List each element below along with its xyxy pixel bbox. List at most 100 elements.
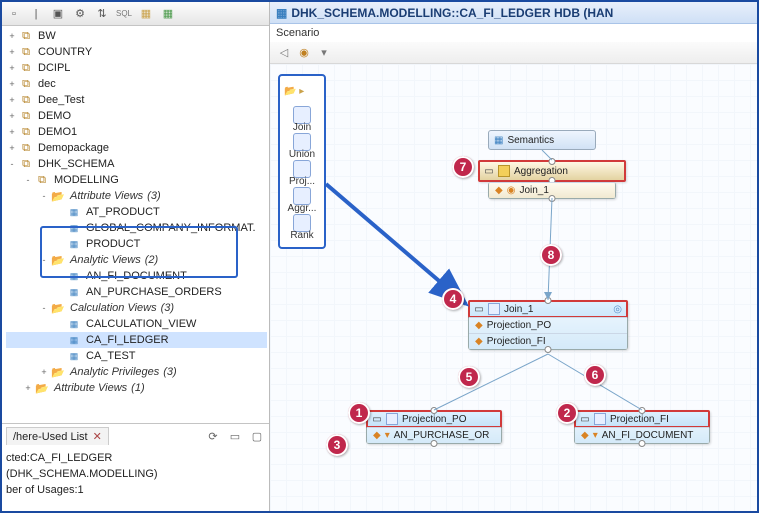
whu-minimize-icon[interactable]: ▭ (227, 428, 243, 444)
pkg-icon: ⧉ (34, 173, 50, 187)
whu-maximize-icon[interactable]: ▢ (249, 428, 265, 444)
tree-item[interactable]: ▦GLOBAL_COMPANY_INFORMAT. (6, 220, 267, 236)
tree-item[interactable]: -⧉DHK_SCHEMA (6, 156, 267, 172)
toolbar-sql-icon[interactable]: SQL (116, 6, 132, 22)
palette-aggr[interactable]: Aggr... (280, 187, 324, 214)
expand-toggle[interactable]: + (6, 63, 18, 73)
semantics-label: Semantics (507, 135, 554, 146)
tree-item[interactable]: -📂Attribute Views (3) (6, 188, 267, 204)
tree-item[interactable]: +⧉DEMO (6, 108, 267, 124)
tree-item[interactable]: +⧉dec (6, 76, 267, 92)
aggregation-title: Aggregation (514, 166, 620, 177)
strip-back-icon[interactable]: ◁ (276, 45, 292, 61)
expand-toggle[interactable]: - (38, 255, 50, 265)
schema-tree[interactable]: +⧉BW+⧉COUNTRY+⧉DCIPL+⧉dec+⧉Dee_Test+⧉DEM… (2, 26, 269, 423)
tree-item-label: Attribute Views (68, 190, 145, 202)
tree-item[interactable]: -📂Calculation Views (3) (6, 300, 267, 316)
tree-item-label: CA_FI_LEDGER (84, 334, 171, 346)
toolbar-new-icon[interactable]: ▫ (6, 6, 22, 22)
modeling-canvas[interactable]: 📂 ▸ JoinUnionProj... Aggr...Rank ▦ Semant… (270, 64, 757, 511)
where-used-tab[interactable]: /here-Used List ✕ (6, 427, 109, 445)
pkg-icon: ⧉ (18, 45, 34, 59)
expand-toggle[interactable]: - (38, 191, 50, 201)
tree-item-label: AN_PURCHASE_ORDERS (84, 286, 224, 298)
palette-join[interactable]: Join (280, 106, 324, 133)
toolbar-tabs-icon[interactable]: ▣ (50, 6, 66, 22)
tree-item[interactable]: +📂Attribute Views (1) (6, 380, 267, 396)
palette-union[interactable]: Union (280, 133, 324, 160)
tree-item[interactable]: -⧉MODELLING (6, 172, 267, 188)
expand-toggle[interactable]: + (6, 47, 18, 57)
tree-item-label: COUNTRY (36, 46, 94, 58)
tree-item-label: dec (36, 78, 58, 90)
callout-5: 5 (458, 366, 480, 388)
expand-toggle[interactable]: + (6, 95, 18, 105)
tree-item[interactable]: ▦AN_FI_DOCUMENT (6, 268, 267, 284)
collapse-icon[interactable]: ▭ (484, 166, 494, 177)
tree-item[interactable]: +⧉DEMO1 (6, 124, 267, 140)
palette-folder-icon[interactable]: 📂 ▸ (280, 82, 324, 100)
tree-item[interactable]: +⧉BW (6, 28, 267, 44)
join-row-po: Projection_PO (487, 320, 551, 331)
navigator-panel: ▫ | ▣ ⚙ ⇅ SQL ▦ ▦ +⧉BW+⧉COUNTRY+⧉DCIPL+⧉… (2, 2, 270, 511)
expand-toggle[interactable]: + (6, 143, 18, 153)
view-icon: ▦ (66, 333, 82, 347)
expand-toggle[interactable]: + (6, 111, 18, 121)
tree-item[interactable]: ▦AN_PURCHASE_ORDERS (6, 284, 267, 300)
toolbar-db-icon[interactable]: ▦ (138, 6, 154, 22)
tree-item[interactable]: ▦AT_PRODUCT (6, 204, 267, 220)
projection-icon (386, 413, 398, 425)
tree-item-label: CALCULATION_VIEW (84, 318, 198, 330)
collapse-icon[interactable]: ▭ (372, 414, 382, 425)
tree-item[interactable]: +📂Analytic Privileges (3) (6, 364, 267, 380)
tree-item-count: (3) (161, 366, 178, 378)
collapse-icon[interactable]: ▭ (474, 304, 484, 315)
close-icon[interactable]: ✕ (93, 431, 102, 443)
tree-item[interactable]: +⧉Demopackage (6, 140, 267, 156)
semantics-node[interactable]: ▦ Semantics (488, 130, 596, 150)
toolbar-db2-icon[interactable]: ▦ (160, 6, 176, 22)
aggregation-node[interactable]: ▭ Aggregation (478, 160, 626, 182)
where-used-tab-label: /here-Used List (13, 431, 88, 443)
collapse-icon[interactable]: ▭ (580, 414, 590, 425)
palette-item-label: Aggr... (280, 203, 324, 214)
calc-view-icon: ▦ (276, 6, 287, 20)
palette-proj[interactable]: Proj... (280, 160, 324, 187)
tree-item[interactable]: ▦CALCULATION_VIEW (6, 316, 267, 332)
projection-fi-node[interactable]: ▭ Projection_FI ◆▾AN_FI_DOCUMENT (574, 410, 710, 444)
expand-toggle[interactable]: - (6, 159, 18, 169)
projection-po-src: AN_PURCHASE_OR (394, 430, 490, 441)
palette-rank[interactable]: Rank (280, 214, 324, 241)
tree-item[interactable]: -📂Analytic Views (2) (6, 252, 267, 268)
expand-toggle[interactable]: - (38, 303, 50, 313)
tree-item[interactable]: ▦CA_TEST (6, 348, 267, 364)
expand-toggle[interactable]: + (22, 383, 34, 393)
projection-po-title: Projection_PO (402, 414, 496, 425)
tree-item[interactable]: ▦PRODUCT (6, 236, 267, 252)
expand-toggle[interactable]: - (22, 175, 34, 185)
projection-po-node[interactable]: ▭ Projection_PO ◆▾AN_PURCHASE_OR (366, 410, 502, 444)
aggregation-child-row[interactable]: ◆◉Join_1 (488, 182, 616, 199)
join-node[interactable]: ▭ Join_1 ◎ ◆Projection_PO ◆Projection_FI (468, 300, 628, 350)
expand-toggle[interactable]: + (6, 127, 18, 137)
expand-toggle[interactable]: + (38, 367, 50, 377)
tree-item[interactable]: +⧉DCIPL (6, 60, 267, 76)
tree-item[interactable]: ▦CA_FI_LEDGER (6, 332, 267, 348)
strip-dropdown-icon[interactable]: ▾ (316, 45, 332, 61)
tree-item[interactable]: +⧉COUNTRY (6, 44, 267, 60)
tree-item-label: AN_FI_DOCUMENT (84, 270, 189, 282)
toolbar-options-icon[interactable]: ⚙ (72, 6, 88, 22)
aggregation-icon (498, 165, 510, 177)
whu-refresh-icon[interactable]: ⟳ (205, 428, 221, 444)
toolbar-link-icon[interactable]: ⇅ (94, 6, 110, 22)
tree-item-label: CA_TEST (84, 350, 138, 362)
expand-toggle[interactable]: + (6, 31, 18, 41)
node-palette: 📂 ▸ JoinUnionProj... Aggr...Rank (278, 74, 326, 249)
toolbar-vbar-icon: | (28, 6, 44, 22)
tree-item-label: MODELLING (52, 174, 121, 186)
expand-toggle[interactable]: + (6, 79, 18, 89)
strip-palette-icon[interactable]: ◉ (296, 45, 312, 61)
tree-item-label: DEMO (36, 110, 73, 122)
tree-item[interactable]: +⧉Dee_Test (6, 92, 267, 108)
tree-item-label: Analytic Views (68, 254, 143, 266)
